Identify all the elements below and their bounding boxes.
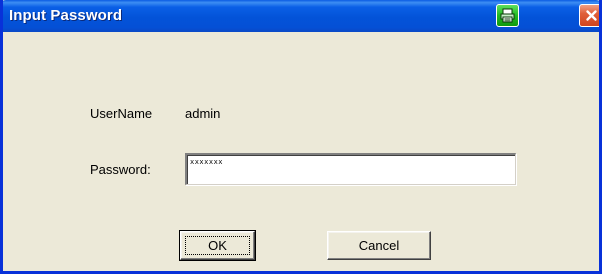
cancel-button-label: Cancel bbox=[358, 238, 400, 253]
title-bar[interactable]: Input Password bbox=[3, 0, 599, 32]
printer-button[interactable] bbox=[496, 4, 519, 27]
ok-button-label: OK bbox=[208, 238, 227, 253]
password-input[interactable]: xxxxxxx bbox=[185, 153, 516, 185]
username-value: admin bbox=[185, 106, 221, 121]
input-password-dialog: Input Password UserName admin Password: … bbox=[0, 0, 602, 274]
username-label: UserName bbox=[90, 106, 153, 121]
cancel-button[interactable]: Cancel bbox=[327, 231, 431, 260]
window-title: Input Password bbox=[9, 7, 123, 24]
close-button[interactable] bbox=[579, 4, 599, 27]
password-label: Password: bbox=[90, 162, 151, 177]
printer-icon bbox=[500, 8, 515, 23]
close-icon bbox=[585, 10, 597, 21]
ok-button[interactable]: OK bbox=[179, 230, 256, 261]
